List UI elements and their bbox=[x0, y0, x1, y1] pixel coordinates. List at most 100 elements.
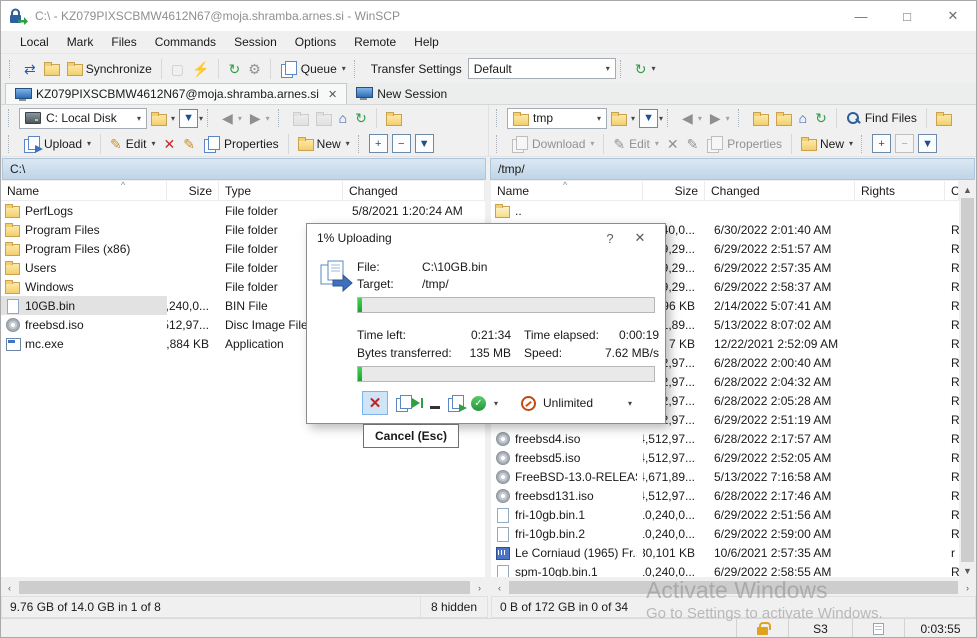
invert-selection-button[interactable]: ▼ bbox=[415, 134, 434, 153]
column-header-changed[interactable]: Changed bbox=[343, 181, 485, 200]
download-button[interactable]: Download ▾ bbox=[507, 133, 598, 155]
remote-refresh-button[interactable]: ↻ bbox=[811, 108, 831, 128]
upload-button[interactable]: Upload ▾ bbox=[19, 133, 95, 155]
local-filter-button[interactable]: ▼ bbox=[179, 109, 198, 128]
column-header-rights[interactable]: Rights bbox=[855, 181, 945, 200]
file-row[interactable]: Le Corniaud (1965) Fr...830,101 KB10/6/2… bbox=[491, 543, 959, 562]
rename-button[interactable]: ✎ bbox=[179, 134, 199, 154]
close-button[interactable]: ✕ bbox=[930, 1, 976, 31]
close-tab-icon[interactable]: ✕ bbox=[328, 88, 337, 101]
synchronize-transfer-settings-button[interactable]: ↻ ▾ bbox=[631, 59, 660, 79]
menu-options[interactable]: Options bbox=[286, 33, 345, 51]
remote-directory-select[interactable]: tmp ▾ bbox=[507, 108, 607, 129]
remote-home-directory-button[interactable]: ⌂ bbox=[795, 108, 811, 128]
preferences-button[interactable]: ⚙ bbox=[244, 59, 265, 79]
remote-open-directory-button[interactable]: ▾ bbox=[607, 109, 639, 128]
scroll-right-icon[interactable]: › bbox=[959, 579, 976, 596]
file-row[interactable]: PerfLogsFile folder5/8/2021 1:20:24 AM bbox=[1, 201, 485, 220]
remote-forward-button[interactable]: ▶▾ bbox=[706, 108, 734, 128]
file-row[interactable]: freebsd5.iso4,512,97...6/29/2022 2:52:05… bbox=[491, 448, 959, 467]
menu-commands[interactable]: Commands bbox=[146, 33, 225, 51]
local-drive-select[interactable]: C: Local Disk ▾ bbox=[19, 108, 147, 129]
file-row[interactable]: fri-10gb.bin.110,240,0...6/29/2022 2:51:… bbox=[491, 505, 959, 524]
minimize-dialog-button[interactable] bbox=[430, 406, 440, 409]
transfer-options-dropdown-icon[interactable]: ▾ bbox=[494, 399, 498, 408]
minimize-button[interactable]: — bbox=[838, 1, 884, 31]
edit-button[interactable]: ✎ Edit ▾ bbox=[106, 134, 159, 154]
scrollbar-thumb[interactable] bbox=[19, 581, 470, 594]
file-row[interactable]: freebsd131.iso4,512,97...6/28/2022 2:17:… bbox=[491, 486, 959, 505]
local-open-directory-button[interactable]: ▾ bbox=[147, 109, 179, 128]
refresh-session-button[interactable]: ↻ bbox=[224, 59, 244, 79]
remote-delete-button[interactable]: ✕ bbox=[663, 134, 683, 154]
maximize-button[interactable]: □ bbox=[884, 1, 930, 31]
select-remove-button[interactable]: − bbox=[392, 134, 411, 153]
local-path-bar[interactable]: C:\ bbox=[2, 158, 486, 180]
remote-select-remove-button[interactable]: − bbox=[895, 134, 914, 153]
column-header-name[interactable]: Name bbox=[1, 181, 167, 200]
menu-mark[interactable]: Mark bbox=[58, 33, 103, 51]
remote-directory-tree-button[interactable] bbox=[932, 109, 955, 128]
remote-command-button[interactable]: ⚡ bbox=[188, 59, 213, 79]
session-duration[interactable]: 0:03:55 bbox=[904, 619, 976, 638]
remote-invert-selection-button[interactable]: ▼ bbox=[918, 134, 937, 153]
remote-horizontal-scrollbar[interactable]: ‹ › bbox=[491, 579, 976, 596]
remote-root-directory-button[interactable] bbox=[772, 109, 795, 128]
remote-select-add-button[interactable]: + bbox=[872, 134, 891, 153]
delete-button[interactable]: ✕ bbox=[159, 134, 179, 154]
local-directory-tree-button[interactable] bbox=[382, 109, 405, 128]
transfer-options-button[interactable]: ✓ bbox=[471, 396, 486, 411]
compare-directories-button[interactable]: ⇄ bbox=[20, 59, 40, 79]
dialog-close-button[interactable]: ✕ bbox=[625, 230, 655, 246]
remote-path-bar[interactable]: /tmp/ bbox=[490, 158, 975, 180]
speed-limit-dropdown-icon[interactable]: ▾ bbox=[628, 399, 632, 408]
speed-limit-value[interactable]: Unlimited bbox=[543, 396, 593, 410]
properties-button[interactable]: Properties bbox=[199, 133, 283, 155]
select-add-button[interactable]: + bbox=[369, 134, 388, 153]
scrollbar-thumb[interactable] bbox=[509, 581, 958, 594]
protocol-status[interactable]: S3 bbox=[788, 619, 852, 638]
local-forward-button[interactable]: ▶▾ bbox=[246, 108, 274, 128]
cancel-button[interactable]: ✕ bbox=[362, 391, 388, 415]
remote-vertical-scrollbar[interactable]: ▲ ▼ bbox=[959, 181, 976, 579]
encryption-status[interactable] bbox=[736, 619, 788, 638]
menu-local[interactable]: Local bbox=[11, 33, 58, 51]
menu-session[interactable]: Session bbox=[225, 33, 286, 51]
remote-filter-button[interactable]: ▼ bbox=[639, 109, 658, 128]
local-root-directory-button[interactable] bbox=[312, 109, 335, 128]
queue-dropdown-icon[interactable]: ▾ bbox=[342, 64, 346, 73]
transfer-settings-select[interactable]: Default ▾ bbox=[468, 58, 616, 79]
find-files-button[interactable]: Find Files bbox=[842, 108, 921, 129]
menu-files[interactable]: Files bbox=[102, 33, 145, 51]
local-parent-directory-button[interactable] bbox=[289, 109, 312, 128]
scroll-down-icon[interactable]: ▼ bbox=[959, 562, 976, 579]
scroll-left-icon[interactable]: ‹ bbox=[1, 579, 18, 596]
remote-edit-button[interactable]: ✎ Edit ▾ bbox=[609, 134, 662, 154]
file-row[interactable]: .. bbox=[491, 201, 959, 220]
menu-remote[interactable]: Remote bbox=[345, 33, 405, 51]
column-header-size[interactable]: Size bbox=[643, 181, 705, 200]
new-session-tab[interactable]: New Session bbox=[347, 83, 456, 104]
dialog-help-button[interactable]: ? bbox=[595, 231, 625, 246]
new-button[interactable]: New ▾ bbox=[294, 134, 354, 154]
local-back-button[interactable]: ◀▾ bbox=[218, 108, 246, 128]
console-button[interactable]: ▢ bbox=[167, 59, 188, 79]
file-row[interactable]: FreeBSD-13.0-RELEAS...4,671,89...5/13/20… bbox=[491, 467, 959, 486]
remote-back-button[interactable]: ◀▾ bbox=[678, 108, 706, 128]
dialog-title-bar[interactable]: 1% Uploading ? ✕ bbox=[307, 224, 665, 252]
menu-help[interactable]: Help bbox=[405, 33, 448, 51]
synchronize-browsing-button[interactable] bbox=[40, 59, 63, 78]
column-header-changed[interactable]: Changed bbox=[705, 181, 855, 200]
remote-properties-button[interactable]: Properties bbox=[702, 133, 786, 155]
local-refresh-button[interactable]: ↻ bbox=[351, 108, 371, 128]
transfer-in-background-button[interactable] bbox=[447, 395, 464, 411]
local-horizontal-scrollbar[interactable]: ‹ › bbox=[1, 579, 488, 596]
column-header-owner[interactable]: C bbox=[945, 181, 959, 200]
scroll-up-icon[interactable]: ▲ bbox=[959, 181, 976, 198]
column-header-type[interactable]: Type bbox=[219, 181, 343, 200]
scroll-right-icon[interactable]: › bbox=[471, 579, 488, 596]
session-tab[interactable]: KZ079PIXSCBMW4612N67@moja.shramba.arnes.… bbox=[5, 83, 347, 104]
scroll-left-icon[interactable]: ‹ bbox=[491, 579, 508, 596]
file-row[interactable]: freebsd4.iso4,512,97...6/28/2022 2:17:57… bbox=[491, 429, 959, 448]
remote-new-button[interactable]: New ▾ bbox=[797, 134, 857, 154]
